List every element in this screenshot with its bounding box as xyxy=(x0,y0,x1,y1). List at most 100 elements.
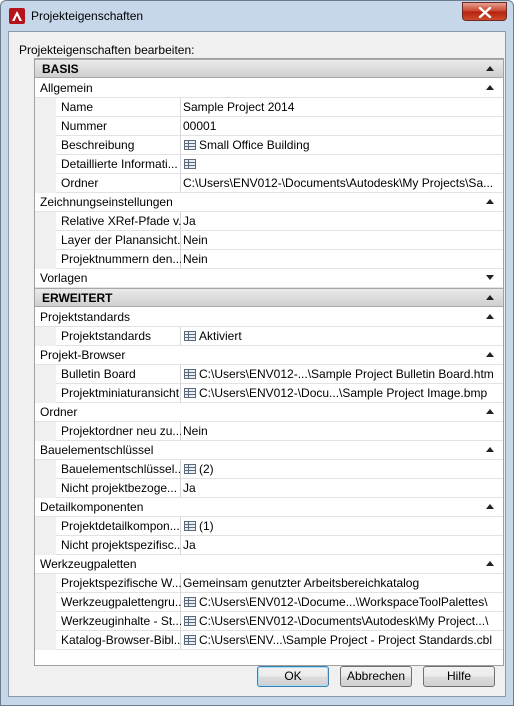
property-row[interactable]: Ordner C:\Users\ENV012-\Documents\Autodes… xyxy=(35,174,503,193)
property-row[interactable]: Name Sample Project 2014 xyxy=(35,98,503,117)
property-value[interactable]: C:\Users\ENV012-\Docu...\Sample Project … xyxy=(181,384,503,403)
collapse-arrow-icon[interactable] xyxy=(486,85,494,90)
collapse-arrow-icon[interactable] xyxy=(486,561,494,566)
property-name[interactable]: Ordner xyxy=(56,174,181,193)
property-value[interactable]: C:\Users\ENV012-\Docume...\WorkspaceTool… xyxy=(181,593,503,612)
property-name[interactable]: Nicht projektbezoge... xyxy=(56,479,181,498)
property-value[interactable]: 00001 xyxy=(181,117,503,136)
property-name[interactable]: Projektnummern den... xyxy=(56,250,181,269)
property-value-text: Ja xyxy=(183,481,196,495)
property-row[interactable]: Projektdetailkompon... (1) xyxy=(35,517,503,536)
property-value[interactable]: Ja xyxy=(181,536,503,555)
property-row[interactable]: Katalog-Browser-Bibl... C:\Users\ENV...\S… xyxy=(35,631,503,650)
property-name[interactable]: Nicht projektspezifisc... xyxy=(56,536,181,555)
property-name[interactable]: Layer der Planansicht... xyxy=(56,231,181,250)
property-row[interactable]: Beschreibung Small Office Building xyxy=(35,136,503,155)
property-value[interactable]: Nein xyxy=(181,250,503,269)
property-value[interactable]: Gemeinsam genutzter Arbeitsbereichkatalo… xyxy=(181,574,503,593)
property-row[interactable]: Nicht projektspezifisc... Ja xyxy=(35,536,503,555)
property-name[interactable]: Projektordner neu zu... xyxy=(56,422,181,441)
ok-button[interactable]: OK xyxy=(257,666,329,687)
property-row[interactable]: Nummer 00001 xyxy=(35,117,503,136)
property-value[interactable]: C:\Users\ENV012-...\Sample Project Bulle… xyxy=(181,365,503,384)
property-value[interactable]: Nein xyxy=(181,231,503,250)
collapse-arrow-icon[interactable] xyxy=(486,352,494,357)
property-value[interactable]: Ja xyxy=(181,212,503,231)
table-icon[interactable] xyxy=(184,331,196,341)
property-row[interactable]: Projektspezifische W... Gemeinsam genutzt… xyxy=(35,574,503,593)
property-row[interactable]: Bulletin Board C:\Users\ENV012-...\Sample… xyxy=(35,365,503,384)
property-value[interactable] xyxy=(181,155,503,174)
category-header[interactable]: ERWEITERT xyxy=(35,288,503,307)
property-value[interactable]: C:\Users\ENV...\Sample Project - Project… xyxy=(181,631,503,650)
collapse-arrow-icon[interactable] xyxy=(486,295,494,300)
title-bar[interactable]: Projekteigenschaften xyxy=(1,1,513,31)
subcategory-header[interactable]: Projektstandards xyxy=(35,308,503,327)
property-name[interactable]: Bauelementschlüssel... xyxy=(56,460,181,479)
property-value[interactable]: (2) xyxy=(181,460,503,479)
collapse-arrow-icon[interactable] xyxy=(486,314,494,319)
collapse-arrow-icon[interactable] xyxy=(486,66,494,71)
category-header[interactable]: BASIS xyxy=(35,59,503,78)
close-button[interactable] xyxy=(462,2,507,21)
table-icon[interactable] xyxy=(184,635,196,645)
subcategory-header[interactable]: Werkzeugpaletten xyxy=(35,555,503,574)
table-icon[interactable] xyxy=(184,388,196,398)
table-icon[interactable] xyxy=(184,464,196,474)
property-name[interactable]: Projektdetailkompon... xyxy=(56,517,181,536)
property-row[interactable]: Werkzeuginhalte - St... C:\Users\ENV012-\… xyxy=(35,612,503,631)
collapse-arrow-icon[interactable] xyxy=(486,447,494,452)
subcategory-header[interactable]: Bauelementschlüssel xyxy=(35,441,503,460)
property-name[interactable]: Detaillierte Informati... xyxy=(56,155,181,174)
property-value[interactable]: Aktiviert xyxy=(181,327,503,346)
property-name[interactable]: Beschreibung xyxy=(56,136,181,155)
property-row[interactable]: Relative XRef-Pfade v... Ja xyxy=(35,212,503,231)
property-row[interactable]: Werkzeugpalettengru... C:\Users\ENV012-\D… xyxy=(35,593,503,612)
property-value[interactable]: Ja xyxy=(181,479,503,498)
property-value[interactable]: Nein xyxy=(181,422,503,441)
property-row[interactable]: Projektminiaturansicht C:\Users\ENV012-\D… xyxy=(35,384,503,403)
property-row[interactable]: Nicht projektbezoge... Ja xyxy=(35,479,503,498)
property-row[interactable]: Layer der Planansicht... Nein xyxy=(35,231,503,250)
property-value[interactable]: Sample Project 2014 xyxy=(181,98,503,117)
subcategory-header[interactable]: Projekt-Browser xyxy=(35,346,503,365)
property-name[interactable]: Projektminiaturansicht xyxy=(56,384,181,403)
property-name[interactable]: Nummer xyxy=(56,117,181,136)
subcategory-header[interactable]: Vorlagen xyxy=(35,269,503,288)
subcategory-header[interactable]: Detailkomponenten xyxy=(35,498,503,517)
table-icon[interactable] xyxy=(184,616,196,626)
property-value[interactable]: C:\Users\ENV012-\Documents\Autodesk\My P… xyxy=(181,612,503,631)
property-row[interactable]: Projektnummern den... Nein xyxy=(35,250,503,269)
property-row[interactable]: Detaillierte Informati... xyxy=(35,155,503,174)
property-row[interactable]: Bauelementschlüssel... (2) xyxy=(35,460,503,479)
property-name[interactable]: Projektstandards xyxy=(56,327,181,346)
property-name[interactable]: Bulletin Board xyxy=(56,365,181,384)
expand-arrow-icon[interactable] xyxy=(486,275,494,280)
property-name[interactable]: Katalog-Browser-Bibl... xyxy=(56,631,181,650)
property-row[interactable]: Projektstandards Aktiviert xyxy=(35,327,503,346)
property-value[interactable]: C:\Users\ENV012-\Documents\Autodesk\My P… xyxy=(181,174,503,193)
dialog-body: Projekteigenschaften bearbeiten: BASIS Al… xyxy=(8,31,506,697)
property-name[interactable]: Relative XRef-Pfade v... xyxy=(56,212,181,231)
table-icon[interactable] xyxy=(184,159,196,169)
subcategory-header[interactable]: Zeichnungseinstellungen xyxy=(35,193,503,212)
table-icon[interactable] xyxy=(184,521,196,531)
property-name[interactable]: Name xyxy=(56,98,181,117)
help-button[interactable]: Hilfe xyxy=(423,666,495,687)
subcategory-header[interactable]: Ordner xyxy=(35,403,503,422)
property-grid[interactable]: BASIS Allgemein Name Sample Project 2014 Num… xyxy=(34,58,504,666)
property-name[interactable]: Werkzeuginhalte - St... xyxy=(56,612,181,631)
collapse-arrow-icon[interactable] xyxy=(486,504,494,509)
cancel-button[interactable]: Abbrechen xyxy=(340,666,412,687)
table-icon[interactable] xyxy=(184,597,196,607)
property-value[interactable]: Small Office Building xyxy=(181,136,503,155)
table-icon[interactable] xyxy=(184,140,196,150)
subcategory-header[interactable]: Allgemein xyxy=(35,79,503,98)
property-value[interactable]: (1) xyxy=(181,517,503,536)
collapse-arrow-icon[interactable] xyxy=(486,409,494,414)
collapse-arrow-icon[interactable] xyxy=(486,199,494,204)
property-name[interactable]: Werkzeugpalettengru... xyxy=(56,593,181,612)
property-row[interactable]: Projektordner neu zu... Nein xyxy=(35,422,503,441)
property-name[interactable]: Projektspezifische W... xyxy=(56,574,181,593)
table-icon[interactable] xyxy=(184,369,196,379)
